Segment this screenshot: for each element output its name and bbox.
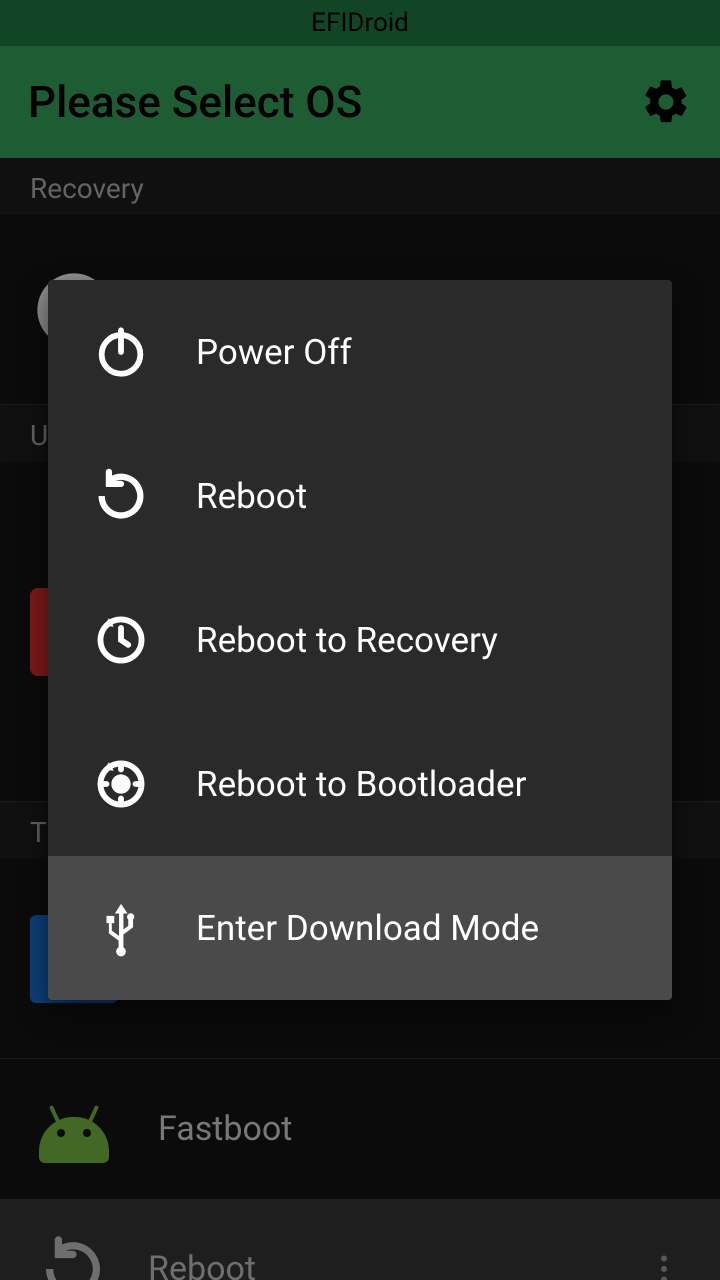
android-icon bbox=[30, 1085, 118, 1173]
reboot-icon bbox=[38, 1234, 108, 1280]
reboot-icon bbox=[92, 467, 150, 525]
power-icon bbox=[92, 323, 150, 381]
gear-icon bbox=[640, 76, 692, 128]
bootloader-reboot-icon bbox=[92, 755, 150, 813]
menu-item-reboot-recovery[interactable]: Reboot to Recovery bbox=[48, 568, 672, 712]
menu-item-label: Reboot to Bootloader bbox=[196, 764, 526, 805]
menu-item-power-off[interactable]: Power Off bbox=[48, 280, 672, 424]
app-header: Please Select OS bbox=[0, 46, 720, 158]
list-item-fastboot[interactable]: Fastboot bbox=[0, 1059, 720, 1199]
menu-item-download-mode[interactable]: Enter Download Mode bbox=[48, 856, 672, 1000]
recovery-reboot-icon bbox=[92, 611, 150, 669]
kebab-icon bbox=[646, 1251, 682, 1280]
menu-item-label: Power Off bbox=[196, 332, 352, 373]
menu-item-label: Enter Download Mode bbox=[196, 908, 539, 949]
menu-item-reboot[interactable]: Reboot bbox=[48, 424, 672, 568]
page-title: Please Select OS bbox=[28, 76, 640, 128]
section-recovery: Recovery bbox=[0, 158, 720, 215]
power-menu: Power Off Reboot Reboot to Recovery Rebo… bbox=[48, 280, 672, 1000]
menu-item-label: Reboot to Recovery bbox=[196, 620, 498, 661]
status-bar-title: EFIDroid bbox=[311, 8, 409, 38]
settings-button[interactable] bbox=[640, 76, 692, 128]
footer-reboot[interactable]: Reboot bbox=[0, 1199, 720, 1280]
list-item-label: Fastboot bbox=[158, 1109, 292, 1149]
menu-item-label: Reboot bbox=[196, 476, 307, 517]
overflow-button[interactable] bbox=[646, 1251, 682, 1280]
menu-item-reboot-bootloader[interactable]: Reboot to Bootloader bbox=[48, 712, 672, 856]
footer-label: Reboot bbox=[148, 1249, 256, 1280]
usb-icon bbox=[92, 899, 150, 957]
status-bar: EFIDroid bbox=[0, 0, 720, 46]
